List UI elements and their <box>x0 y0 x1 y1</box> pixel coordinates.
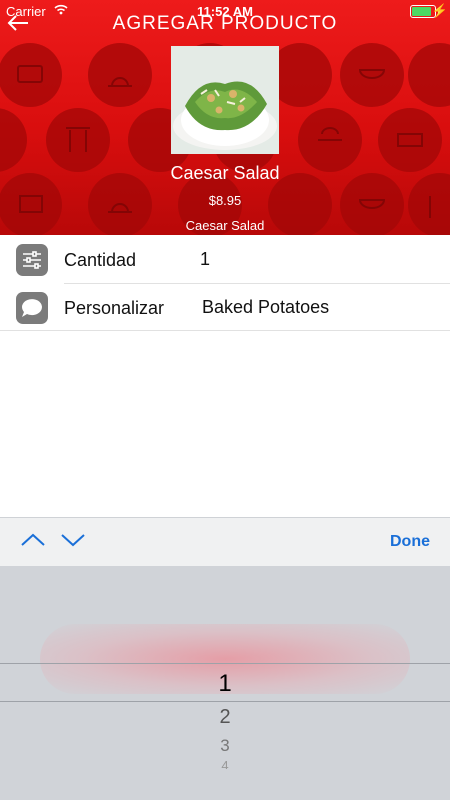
page-title: AGREGAR PRODUCTO <box>112 13 338 34</box>
quantity-picker[interactable]: 1 2 3 4 <box>0 566 450 800</box>
product-name: Caesar Salad <box>170 163 280 183</box>
customize-row[interactable]: Personalizar Baked Potatoes <box>0 284 450 331</box>
quantity-label: Cantidad <box>64 250 137 270</box>
quantity-row[interactable]: Cantidad 1 <box>0 236 450 283</box>
navigation-bar: AGREGAR PRODUCTO <box>0 12 450 38</box>
product-image <box>171 46 279 154</box>
product-header: Carrier 11:52 AM ⚡ AGREGAR PRODUCTO Caes… <box>0 0 450 235</box>
chat-bubble-icon <box>16 292 48 324</box>
picker-option[interactable]: 2 <box>0 706 450 729</box>
product-description: Caesar Salad <box>185 218 265 233</box>
picker-selection-line-top <box>0 663 450 664</box>
picker-option[interactable]: 3 <box>0 736 450 756</box>
picker-selection-line-bottom <box>0 701 450 702</box>
product-price: $8.95 <box>208 193 242 208</box>
chevron-up-icon[interactable] <box>20 530 46 550</box>
quantity-value[interactable]: 1 <box>200 249 210 270</box>
picker-option-selected[interactable]: 1 <box>0 670 450 698</box>
customize-value[interactable]: Baked Potatoes <box>202 297 329 318</box>
keyboard-accessory-bar: Done <box>0 517 450 566</box>
row-divider <box>0 330 450 331</box>
picker-option[interactable]: 4 <box>0 758 450 769</box>
done-button[interactable]: Done <box>390 533 430 551</box>
chevron-down-icon[interactable] <box>60 530 86 550</box>
sliders-icon <box>16 244 48 276</box>
customize-label: Personalizar <box>64 298 165 318</box>
